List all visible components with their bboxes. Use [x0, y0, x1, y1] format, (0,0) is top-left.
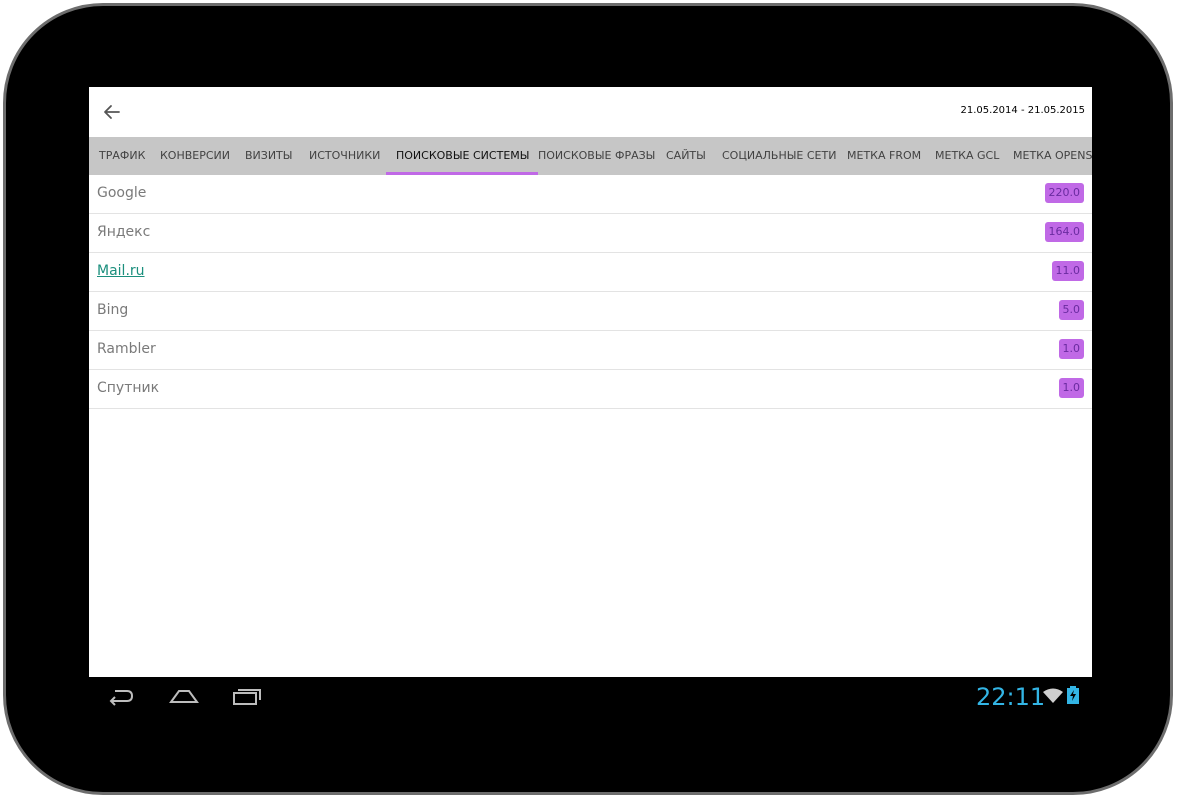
tab-search-engines[interactable]: ПОИСКОВЫЕ СИСТЕМЫ: [385, 137, 539, 175]
app-toolbar: 21.05.2014 - 21.05.2015: [89, 87, 1092, 137]
tab-tag-openstat[interactable]: МЕТКА OPENST: [1013, 137, 1092, 175]
system-nav-bar: [89, 677, 1092, 717]
value-badge: 5.0: [1058, 300, 1084, 320]
list-item[interactable]: Яндекс 164.0: [89, 214, 1092, 253]
wifi-icon: [1042, 688, 1064, 708]
list-item-label: Спутник: [97, 380, 160, 396]
tab-bar: ТРАФИК КОНВЕРСИИ ВИЗИТЫ ИСТОЧНИКИ ПОИСКО…: [89, 137, 1092, 175]
list-item-link[interactable]: Mail.ru: [97, 263, 145, 279]
list-item[interactable]: Google 220.0: [89, 175, 1092, 214]
tab-visits[interactable]: ВИЗИТЫ: [245, 137, 292, 175]
recents-nav-icon[interactable]: [232, 685, 262, 711]
value-badge: 164.0: [1044, 222, 1084, 242]
home-nav-icon[interactable]: [169, 685, 199, 711]
value-badge: 1.0: [1058, 378, 1084, 398]
app-screen: 21.05.2014 - 21.05.2015 ТРАФИК КОНВЕРСИИ…: [89, 87, 1092, 677]
tab-search-phrases[interactable]: ПОИСКОВЫЕ ФРАЗЫ: [538, 137, 655, 175]
tab-traffic[interactable]: ТРАФИК: [99, 137, 145, 175]
list-item-label: Яндекс: [97, 224, 151, 240]
tab-social-networks[interactable]: СОЦИАЛЬНЫЕ СЕТИ: [722, 137, 836, 175]
date-range[interactable]: 21.05.2014 - 21.05.2015: [961, 105, 1085, 116]
arrow-back-icon[interactable]: [99, 99, 125, 125]
value-badge: 1.0: [1058, 339, 1084, 359]
value-badge: 11.0: [1051, 261, 1084, 281]
battery-charging-icon: [1067, 686, 1079, 708]
list-item[interactable]: Bing 5.0: [89, 292, 1092, 331]
list-item-label: Bing: [97, 302, 129, 318]
list-item[interactable]: Спутник 1.0: [89, 370, 1092, 409]
list-item-label: Google: [97, 185, 147, 201]
status-clock: 22:11: [976, 683, 1046, 711]
search-engine-list: Google 220.0 Яндекс 164.0 Mail.ru 11.0 B…: [89, 175, 1092, 409]
list-item[interactable]: Rambler 1.0: [89, 331, 1092, 370]
value-badge: 220.0: [1044, 183, 1084, 203]
tab-conversions[interactable]: КОНВЕРСИИ: [160, 137, 230, 175]
back-nav-icon[interactable]: [107, 685, 135, 711]
tab-tag-gcl[interactable]: МЕТКА GCL: [935, 137, 999, 175]
tab-sources[interactable]: ИСТОЧНИКИ: [309, 137, 380, 175]
tab-tag-from[interactable]: МЕТКА FROM: [847, 137, 921, 175]
tab-sites[interactable]: САЙТЫ: [666, 137, 706, 175]
list-item[interactable]: Mail.ru 11.0: [89, 253, 1092, 292]
list-item-label: Rambler: [97, 341, 156, 357]
